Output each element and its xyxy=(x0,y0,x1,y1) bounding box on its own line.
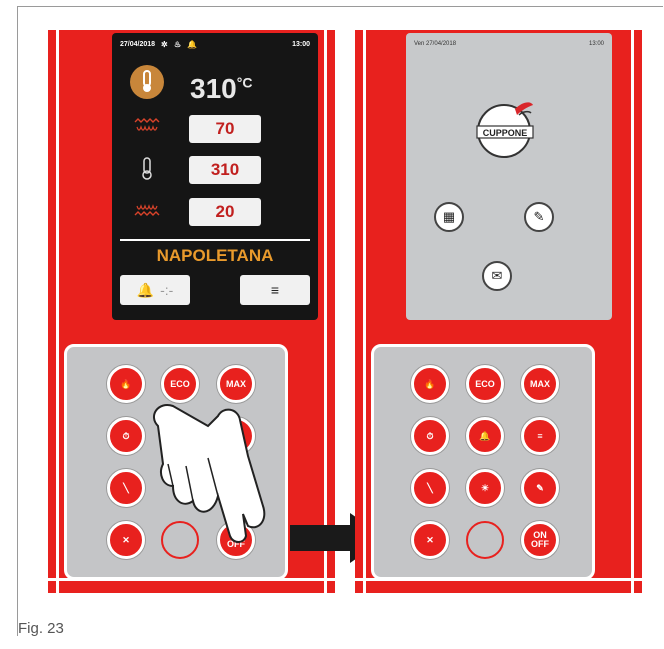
clock-key[interactable]: ⏱ xyxy=(107,417,145,455)
flame-icon: 🔥 xyxy=(424,378,436,389)
oven-display-main: 27/04/2018 ✲ ♨ 🔔 13:00 310°C 70 310 20 N… xyxy=(112,33,318,320)
top-heater-value[interactable]: 70 xyxy=(189,115,261,143)
recipe-key[interactable]: ✎ xyxy=(521,469,559,507)
status-date: Ven 27/04/2018 xyxy=(414,41,457,47)
top-heater-icon xyxy=(132,117,162,139)
oven-door-key[interactable]: ╲ xyxy=(411,469,449,507)
figure-caption: Fig. 23 xyxy=(18,620,64,637)
pointing-hand-icon xyxy=(153,404,266,543)
document-key-icon: ≡ xyxy=(537,430,543,441)
temperature-icon xyxy=(130,65,164,99)
document-soft-button[interactable]: ≡ xyxy=(240,275,310,305)
document-icon: ≡ xyxy=(270,282,280,298)
logo-text: CUPPONE xyxy=(483,128,528,138)
program-name: NAPOLETANA xyxy=(156,246,274,265)
recipe-icon: ✎ xyxy=(536,482,544,493)
light-key[interactable]: ☀ xyxy=(466,469,504,507)
on-off-key[interactable]: ON OFF xyxy=(521,521,559,559)
empty-key[interactable] xyxy=(466,521,504,559)
oven-display-menu: Ven 27/04/2018 13:00 CUPPONE ▦ ✎ ✉ xyxy=(406,33,612,320)
bell-key[interactable]: 🔔 xyxy=(466,417,504,455)
status-time: 13:00 xyxy=(588,41,604,47)
panel-border-right xyxy=(631,30,634,593)
document-key[interactable]: ≡ xyxy=(521,417,559,455)
oven-door-icon: ╲ xyxy=(123,482,129,493)
oven-door-key[interactable]: ╲ xyxy=(107,469,145,507)
flame-icon: 🔥 xyxy=(120,378,132,389)
status-time: 13:00 xyxy=(292,40,310,48)
clock-icon: ⏱ xyxy=(426,430,434,441)
thermometer-icon xyxy=(132,157,162,180)
bottom-heater-icon xyxy=(132,200,162,222)
flame-key[interactable]: 🔥 xyxy=(411,365,449,403)
eco-key[interactable]: ECO xyxy=(466,365,504,403)
temperature-unit: °C xyxy=(236,74,253,91)
status-icons: ✲ ♨ 🔔 xyxy=(161,39,200,49)
tools-icon: ✕ xyxy=(122,534,130,545)
calendar-clock-icon[interactable]: ▦ xyxy=(434,202,464,232)
eco-label: ECO xyxy=(475,378,495,389)
main-temperature-value: 310 xyxy=(190,73,237,104)
right-keypad: 🔥 ECO MAX ⏱ 🔔 ≡ ╲ ☀ ✎ ✕ ON OFF xyxy=(371,344,595,580)
timer-soft-button[interactable]: 🔔 -:- xyxy=(120,275,190,305)
on-off-label: ON OFF xyxy=(531,530,549,549)
flame-key[interactable]: 🔥 xyxy=(107,365,145,403)
message-icon[interactable]: ✉ xyxy=(482,261,512,291)
status-bar: Ven 27/04/2018 13:00 xyxy=(406,37,612,51)
right-control-panel: Ven 27/04/2018 13:00 CUPPONE ▦ ✎ ✉ 🔥 ECO… xyxy=(355,30,642,593)
tools-key[interactable]: ✕ xyxy=(107,521,145,559)
max-key[interactable]: MAX xyxy=(521,365,559,403)
bell-icon: 🔔 xyxy=(136,281,155,298)
panel-border-left xyxy=(363,30,366,593)
recipe-book-icon[interactable]: ✎ xyxy=(524,202,554,232)
max-label: MAX xyxy=(530,378,550,389)
light-icon: ☀ xyxy=(480,482,490,493)
timer-label: -:- xyxy=(160,282,174,298)
main-temperature: 310°C xyxy=(190,73,252,105)
bell-icon: 🔔 xyxy=(479,430,491,441)
panel-border-right xyxy=(324,30,327,593)
set-temperature-value[interactable]: 310 xyxy=(189,156,261,184)
clock-icon: ⏱ xyxy=(122,430,130,441)
oven-door-icon: ╲ xyxy=(427,482,433,493)
tools-icon: ✕ xyxy=(426,534,434,545)
bottom-heater-value[interactable]: 20 xyxy=(189,198,261,226)
tools-key[interactable]: ✕ xyxy=(411,521,449,559)
display-separator xyxy=(120,239,310,241)
cuppone-logo: CUPPONE xyxy=(471,93,541,163)
status-bar: 27/04/2018 ✲ ♨ 🔔 13:00 xyxy=(112,37,318,51)
status-date: 27/04/2018 xyxy=(120,40,156,48)
panel-border-left xyxy=(56,30,59,593)
clock-key[interactable]: ⏱ xyxy=(411,417,449,455)
